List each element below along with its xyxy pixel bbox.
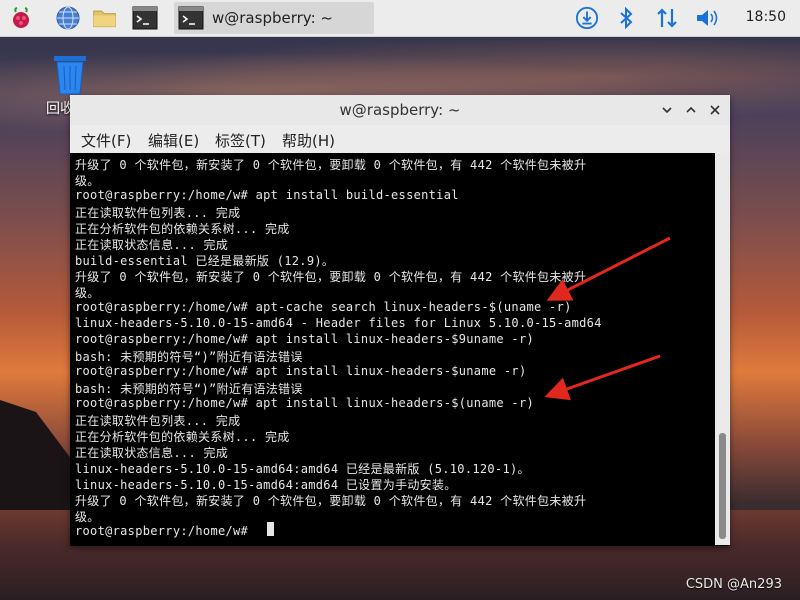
terminal-line: 正在读取软件包列表... 完成: [75, 414, 241, 428]
taskbar-window-title: w@raspberry: ~: [212, 9, 333, 27]
clock: 18:50: [745, 9, 786, 25]
raspberry-menu-icon[interactable]: [8, 5, 34, 31]
terminal-line: linux-headers-5.10.0-15-amd64:amd64 已设置为…: [75, 478, 457, 492]
terminal-cursor: [267, 522, 274, 536]
terminal-line: root@raspberry:/home/w# apt-cache search…: [75, 300, 572, 314]
terminal-line: root@raspberry:/home/w# apt install linu…: [75, 396, 535, 410]
maximize-button[interactable]: [682, 101, 700, 119]
terminal-line: bash: 未预期的符号“)”附近有语法错误: [75, 350, 303, 364]
network-icon[interactable]: [654, 6, 680, 30]
terminal-line: root@raspberry:/home/w# apt install linu…: [75, 332, 535, 346]
terminal-line: 正在分析软件包的依赖关系树... 完成: [75, 430, 290, 444]
terminal-prompt: root@raspberry:/home/w#: [75, 524, 256, 538]
terminal-line: build-essential 已经是最新版 (12.9)。: [75, 254, 335, 268]
terminal-line: 升级了 0 个软件包，新安装了 0 个软件包，要卸载 0 个软件包，有 442 …: [75, 270, 587, 284]
terminal-line: linux-headers-5.10.0-15-amd64 - Header f…: [75, 316, 602, 330]
terminal-line: 级。: [75, 510, 100, 524]
terminal-line: linux-headers-5.10.0-15-amd64:amd64 已经是最…: [75, 462, 530, 476]
file-manager-icon[interactable]: [92, 5, 118, 31]
taskbar-window-button[interactable]: w@raspberry: ~: [174, 2, 374, 34]
browser-globe-icon[interactable]: [55, 5, 81, 31]
terminal-line: 正在读取软件包列表... 完成: [75, 206, 241, 220]
terminal-line: 级。: [75, 286, 100, 300]
close-button[interactable]: [706, 101, 724, 119]
watermark: CSDN @An293: [685, 577, 782, 592]
minimize-button[interactable]: [658, 101, 676, 119]
menu-file[interactable]: 文件(F): [81, 130, 131, 151]
terminal-line: root@raspberry:/home/w# apt install buil…: [75, 188, 459, 202]
menu-tabs[interactable]: 标签(T): [215, 130, 266, 151]
volume-icon[interactable]: [694, 6, 720, 30]
menu-edit[interactable]: 编辑(E): [148, 130, 199, 151]
terminal-line: 级。: [75, 174, 100, 188]
menu-bar: 文件(F) 编辑(E) 标签(T) 帮助(H): [70, 125, 730, 154]
terminal-icon[interactable]: [132, 5, 158, 31]
scrollbar-thumb[interactable]: [719, 433, 726, 539]
download-icon[interactable]: [574, 6, 600, 30]
terminal-scrollbar[interactable]: [715, 153, 730, 545]
terminal-output[interactable]: 升级了 0 个软件包，新安装了 0 个软件包，要卸载 0 个软件包，有 442 …: [70, 153, 715, 545]
terminal-line: 升级了 0 个软件包，新安装了 0 个软件包，要卸载 0 个软件包，有 442 …: [75, 494, 587, 508]
menu-help[interactable]: 帮助(H): [282, 130, 335, 151]
terminal-window: w@raspberry: ~ 文件(F) 编辑(E) 标签(T) 帮助(H) 升…: [70, 95, 730, 546]
window-title: w@raspberry: ~: [339, 101, 461, 119]
trash-icon[interactable]: [48, 50, 92, 98]
terminal-line: 正在读取状态信息... 完成: [75, 238, 229, 252]
top-panel: w@raspberry: ~ 18:50: [0, 0, 800, 37]
window-titlebar[interactable]: w@raspberry: ~: [70, 95, 730, 126]
terminal-line: 正在分析软件包的依赖关系树... 完成: [75, 222, 290, 236]
terminal-icon: [178, 6, 204, 30]
terminal-line: 升级了 0 个软件包，新安装了 0 个软件包，要卸载 0 个软件包，有 442 …: [75, 158, 587, 172]
terminal-line: 正在读取状态信息... 完成: [75, 446, 229, 460]
terminal-line: bash: 未预期的符号“)”附近有语法错误: [75, 382, 303, 396]
bluetooth-icon[interactable]: [616, 6, 636, 30]
terminal-line: root@raspberry:/home/w# apt install linu…: [75, 364, 527, 378]
